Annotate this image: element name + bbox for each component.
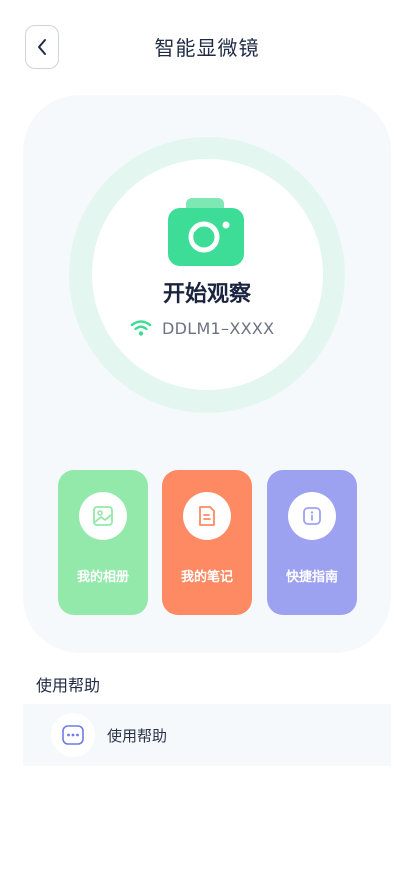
help-item-label: 使用帮助 xyxy=(107,727,168,745)
device-status: DDLM1–XXXX xyxy=(130,316,274,340)
start-observe-label: 开始观察 xyxy=(162,282,251,307)
help-section-title: 使用帮助 xyxy=(36,676,101,695)
camera-icon xyxy=(168,198,244,266)
tile-album-label: 我的相册 xyxy=(76,570,129,585)
image-icon xyxy=(93,506,113,526)
header: 智能显微镜 xyxy=(0,0,414,96)
tile-guide[interactable]: 快捷指南 xyxy=(267,470,357,615)
device-name: DDLM1–XXXX xyxy=(162,318,275,338)
help-item[interactable]: 使用帮助 xyxy=(23,704,391,766)
tile-guide-label: 快捷指南 xyxy=(285,570,338,585)
tile-notes[interactable]: 我的笔记 xyxy=(162,470,252,615)
start-observe-button[interactable] xyxy=(92,159,323,390)
tile-album[interactable]: 我的相册 xyxy=(58,470,148,615)
info-icon xyxy=(303,507,321,525)
wifi-icon xyxy=(130,320,152,336)
more-icon xyxy=(62,725,84,745)
tile-notes-label: 我的笔记 xyxy=(180,570,233,585)
page-title: 智能显微镜 xyxy=(154,36,260,60)
note-icon xyxy=(199,506,215,526)
